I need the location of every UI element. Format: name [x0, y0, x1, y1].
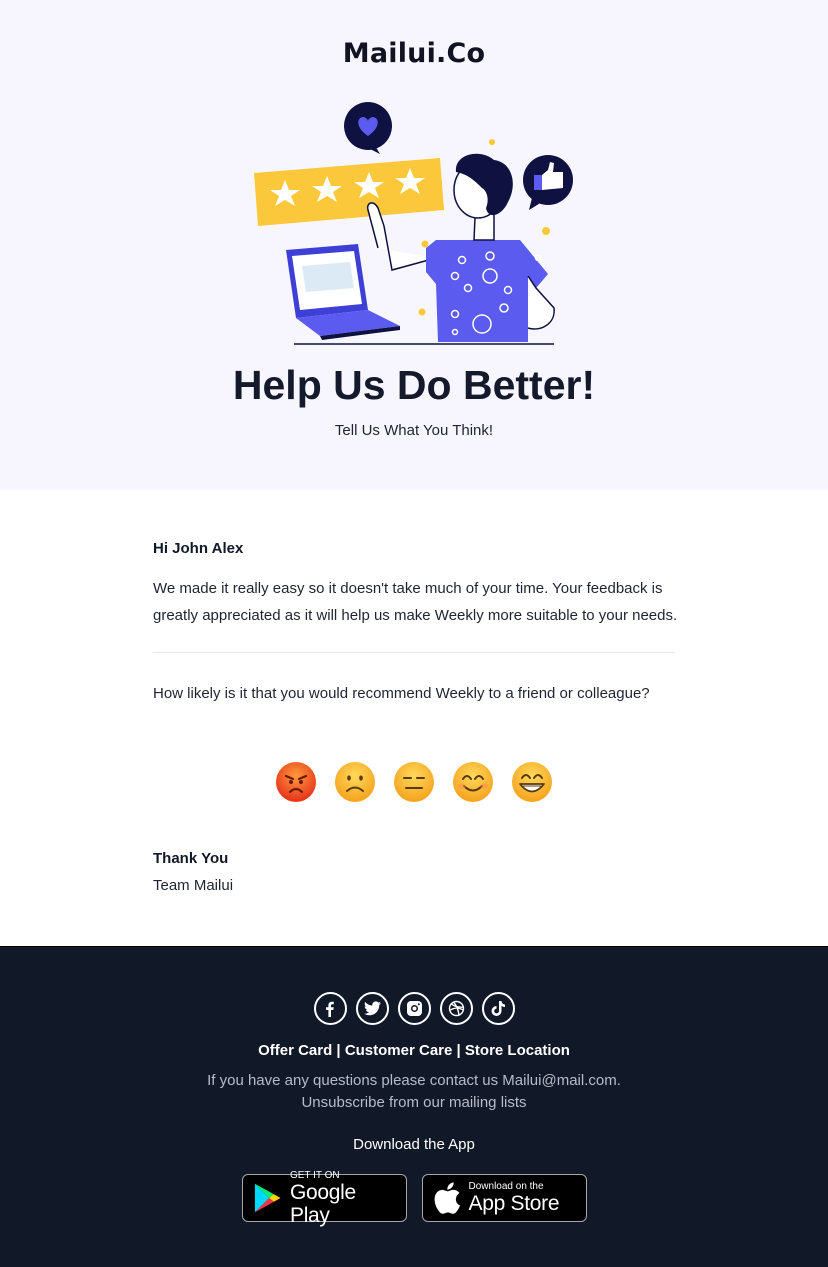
content-divider [153, 652, 675, 653]
google-play-icon [254, 1183, 281, 1213]
google-play-button[interactable]: GET IT ON Google Play [241, 1170, 407, 1227]
brand-logo: Mailui.Co [342, 38, 486, 69]
rating-sad-button[interactable] [334, 761, 376, 803]
twitter-link[interactable] [355, 992, 389, 1025]
app-store-small-text: Download on the [468, 1181, 544, 1192]
signoff-text: Thank You [153, 850, 229, 867]
happy-face-icon [453, 762, 493, 802]
instagram-link[interactable] [397, 992, 431, 1025]
signature-text: Team Mailui [153, 877, 234, 894]
facebook-link[interactable] [313, 992, 347, 1025]
rating-happy-button[interactable] [452, 761, 494, 803]
link-separator: | [452, 1042, 465, 1059]
person-rating-stars-illustration [254, 102, 573, 345]
link-separator: | [332, 1042, 345, 1059]
hero-section: Mailui.Co Help Us Do Better! Tell Us Wha… [0, 0, 828, 490]
apple-icon [434, 1182, 460, 1214]
tiktok-icon [491, 1001, 505, 1016]
dribbble-link[interactable] [439, 992, 473, 1025]
google-play-small-text: GET IT ON [289, 1169, 340, 1181]
heart-bubble-icon [344, 102, 392, 154]
footer-links: Offer Card | Customer Care | Store Locat… [0, 1042, 828, 1059]
social-links [0, 992, 828, 1025]
rating-angry-button[interactable] [275, 761, 317, 803]
laptop-icon [286, 244, 400, 340]
offer-card-link[interactable]: Offer Card [258, 1042, 332, 1059]
tiktok-link[interactable] [481, 992, 515, 1025]
download-app-title: Download the App [353, 1136, 475, 1153]
footer: Offer Card | Customer Care | Store Locat… [0, 946, 828, 1267]
dribbble-icon [448, 1000, 464, 1017]
grinning-face-icon [512, 762, 552, 802]
customer-care-link[interactable]: Customer Care [345, 1042, 453, 1059]
neutral-face-icon [394, 762, 434, 802]
twitter-icon [363, 1001, 381, 1016]
contact-text: If you have any questions please contact… [207, 1072, 621, 1111]
facebook-icon [326, 1001, 334, 1017]
app-store-button[interactable]: Download on the App Store [421, 1174, 587, 1222]
store-location-link[interactable]: Store Location [465, 1042, 570, 1059]
rating-emoji-row [0, 761, 828, 803]
google-play-big-text: Google Play [289, 1180, 356, 1227]
greeting-text: Hi John Alex [153, 540, 244, 557]
rating-very-happy-button[interactable] [511, 761, 553, 803]
page-headline: Help Us Do Better! [232, 362, 596, 408]
rating-neutral-button[interactable] [393, 761, 435, 803]
app-store-big-text: App Store [468, 1192, 560, 1215]
sad-face-icon [335, 762, 375, 802]
recommend-question: How likely is it that you would recommen… [153, 685, 650, 702]
thumbs-up-bubble-icon [523, 155, 573, 210]
instagram-icon [406, 1001, 422, 1016]
angry-face-icon [276, 762, 316, 802]
message-paragraph: We made it really easy so it doesn't tak… [153, 580, 678, 624]
star-rating-banner [254, 158, 444, 226]
page-subheadline: Tell Us What You Think! [334, 422, 494, 439]
app-store-buttons: GET IT ON Google Play Download on the Ap… [0, 1170, 828, 1227]
